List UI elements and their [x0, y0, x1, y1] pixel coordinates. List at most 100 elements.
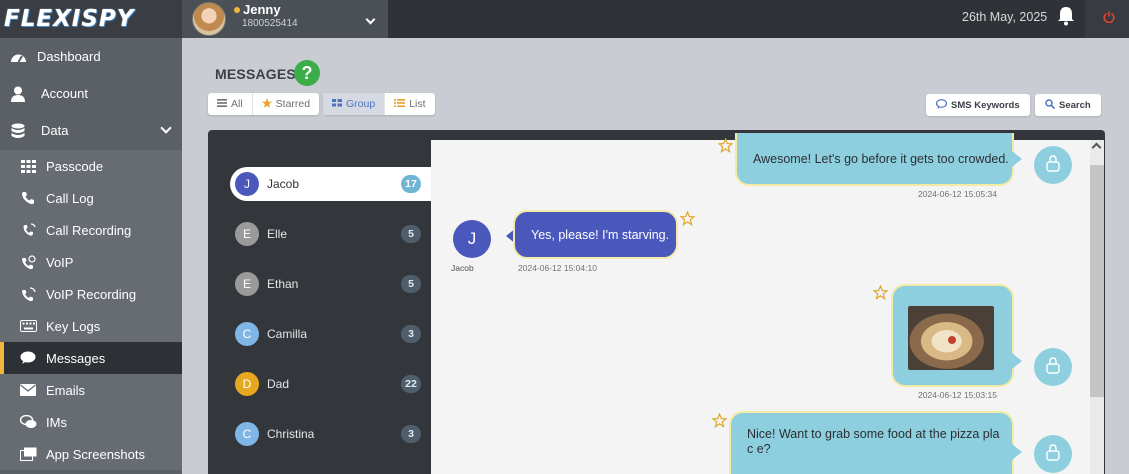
sidebar-item-label: Call Log — [46, 190, 94, 206]
message-timestamp: 2024-06-12 15:05:34 — [918, 189, 997, 199]
sidebar-item-data[interactable]: Data — [0, 112, 182, 149]
filter-all-button[interactable]: All — [208, 93, 252, 115]
user-icon — [9, 85, 27, 103]
sidebar-item-account[interactable]: Account — [0, 75, 182, 112]
bubble-tail — [1012, 353, 1022, 369]
bubble-tail — [1012, 151, 1022, 167]
sidebar-item-passcode[interactable]: Passcode — [0, 150, 182, 182]
page-title: MESSAGES — [215, 66, 296, 82]
contact-item-jacob[interactable]: J Jacob 17 — [230, 167, 431, 201]
dashboard-icon — [9, 48, 27, 66]
sender-name: Jacob — [451, 263, 474, 273]
contact-name: Christina — [267, 427, 315, 441]
contact-item-christina[interactable]: C Christina 3 — [230, 417, 431, 451]
search-button[interactable]: Search — [1035, 94, 1101, 116]
message-timestamp: 2024-06-12 15:03:15 — [918, 390, 997, 400]
view-list-label: List — [409, 98, 426, 110]
bell-icon[interactable] — [1057, 6, 1075, 26]
scrollbar-thumb[interactable] — [1090, 165, 1104, 397]
device-owner-avatar — [1034, 146, 1072, 184]
message-count-badge: 5 — [401, 225, 421, 243]
contact-name: Elle — [267, 227, 288, 241]
contact-avatar: E — [235, 272, 259, 296]
view-group-button[interactable]: Group — [323, 93, 385, 115]
list-icon — [217, 98, 227, 110]
contact-item-elle[interactable]: E Elle 5 — [230, 217, 431, 251]
user-switcher[interactable]: Jenny 1800525414 — [182, 0, 388, 38]
sidebar-item-dashboard[interactable]: Dashboard — [0, 38, 182, 75]
contact-name: Camilla — [267, 327, 308, 341]
sidebar-item-messages[interactable]: Messages — [0, 342, 182, 374]
device-owner-avatar — [1034, 435, 1072, 473]
message-text: Yes, please! I'm starving. — [531, 228, 670, 242]
avatar — [192, 2, 226, 36]
sidebar-item-voip[interactable]: VoIP — [0, 246, 182, 278]
voip-icon — [19, 253, 37, 271]
contact-item-dad[interactable]: D Dad 22 — [230, 367, 431, 401]
view-group-label: Group — [346, 98, 376, 110]
contact-avatar: J — [235, 172, 259, 196]
message-count-badge: 3 — [401, 325, 421, 343]
power-icon — [1103, 10, 1115, 24]
status-dot — [234, 7, 240, 13]
logo-text: FLEXISPY — [4, 6, 135, 32]
top-bar: Jenny 1800525414 26th May, 2025 — [182, 0, 1129, 38]
sidebar-item-voip-recording[interactable]: VoIP Recording — [0, 278, 182, 310]
star-icon[interactable] — [872, 284, 889, 300]
sidebar-item-call-recording[interactable]: Call Recording — [0, 214, 182, 246]
sidebar-item-label: App Screenshots — [46, 446, 146, 462]
sidebar-item-label: Messages — [46, 350, 106, 366]
star-icon — [261, 97, 272, 111]
contact-item-camilla[interactable]: C Camilla 3 — [230, 317, 431, 351]
contact-avatar: C — [235, 422, 259, 446]
filter-toggle: All Starred — [208, 93, 320, 115]
list-icon — [394, 98, 406, 110]
pizza-photo-attachment[interactable] — [908, 306, 994, 370]
sidebar-item-emails[interactable]: Emails — [0, 374, 182, 406]
filter-starred-button[interactable]: Starred — [251, 93, 319, 115]
contact-avatar: D — [235, 372, 259, 396]
sidebar-item-label: Call Recording — [46, 222, 132, 238]
user-outline-icon — [1045, 443, 1061, 466]
sidebar-item-app-screenshots[interactable]: App Screenshots — [0, 438, 182, 470]
logout-button[interactable] — [1085, 0, 1129, 38]
keypad-icon — [19, 157, 37, 175]
call-recording-icon — [19, 221, 37, 239]
contact-name: Ethan — [267, 277, 299, 291]
message-bubble-incoming[interactable]: Yes, please! I'm starving. — [513, 210, 678, 259]
contact-item-ethan[interactable]: E Ethan 5 — [230, 267, 431, 301]
help-button[interactable]: ? — [294, 60, 320, 86]
sidebar-item-label: IMs — [46, 414, 67, 430]
sidebar-item-label: Dashboard — [37, 49, 101, 64]
contact-list: J Jacob 17 E Elle 5 E Ethan 5 C Camilla … — [208, 140, 431, 474]
search-label: Search — [1059, 99, 1091, 111]
user-name: Jenny — [243, 2, 281, 17]
view-list-button[interactable]: List — [384, 93, 434, 115]
view-toggle: Group List — [323, 93, 435, 115]
bubble-tail — [1012, 444, 1022, 460]
sidebar-item-label: Account — [41, 86, 88, 101]
message-text: Awesome! Let's go before it gets too cro… — [753, 152, 1009, 166]
phone-icon — [19, 189, 37, 207]
star-icon[interactable] — [679, 210, 696, 226]
comment-icon — [935, 98, 948, 112]
message-bubble-outgoing[interactable]: Nice! Want to grab some food at the pizz… — [729, 411, 1014, 474]
contact-name: Jacob — [267, 177, 300, 191]
contact-avatar: C — [235, 322, 259, 346]
filter-starred-label: Starred — [275, 98, 311, 110]
chevron-down-icon[interactable] — [365, 14, 376, 25]
sidebar-item-label: VoIP Recording — [46, 286, 137, 302]
flexispy-logo[interactable]: FLEXISPY — [0, 0, 182, 38]
search-icon — [1045, 98, 1056, 112]
message-bubble-outgoing[interactable]: Awesome! Let's go before it gets too cro… — [735, 133, 1014, 186]
star-icon[interactable] — [711, 412, 728, 428]
sidebar-item-key-logs[interactable]: Key Logs — [0, 310, 182, 342]
sidebar-item-call-log[interactable]: Call Log — [0, 182, 182, 214]
device-owner-avatar — [1034, 348, 1072, 386]
sidebar-item-label: Emails — [46, 382, 86, 398]
user-outline-icon — [1045, 356, 1061, 379]
keyboard-icon — [19, 317, 37, 335]
star-icon[interactable] — [717, 137, 734, 153]
sms-keywords-button[interactable]: SMS Keywords — [926, 94, 1030, 116]
sidebar-item-ims[interactable]: IMs — [0, 406, 182, 438]
